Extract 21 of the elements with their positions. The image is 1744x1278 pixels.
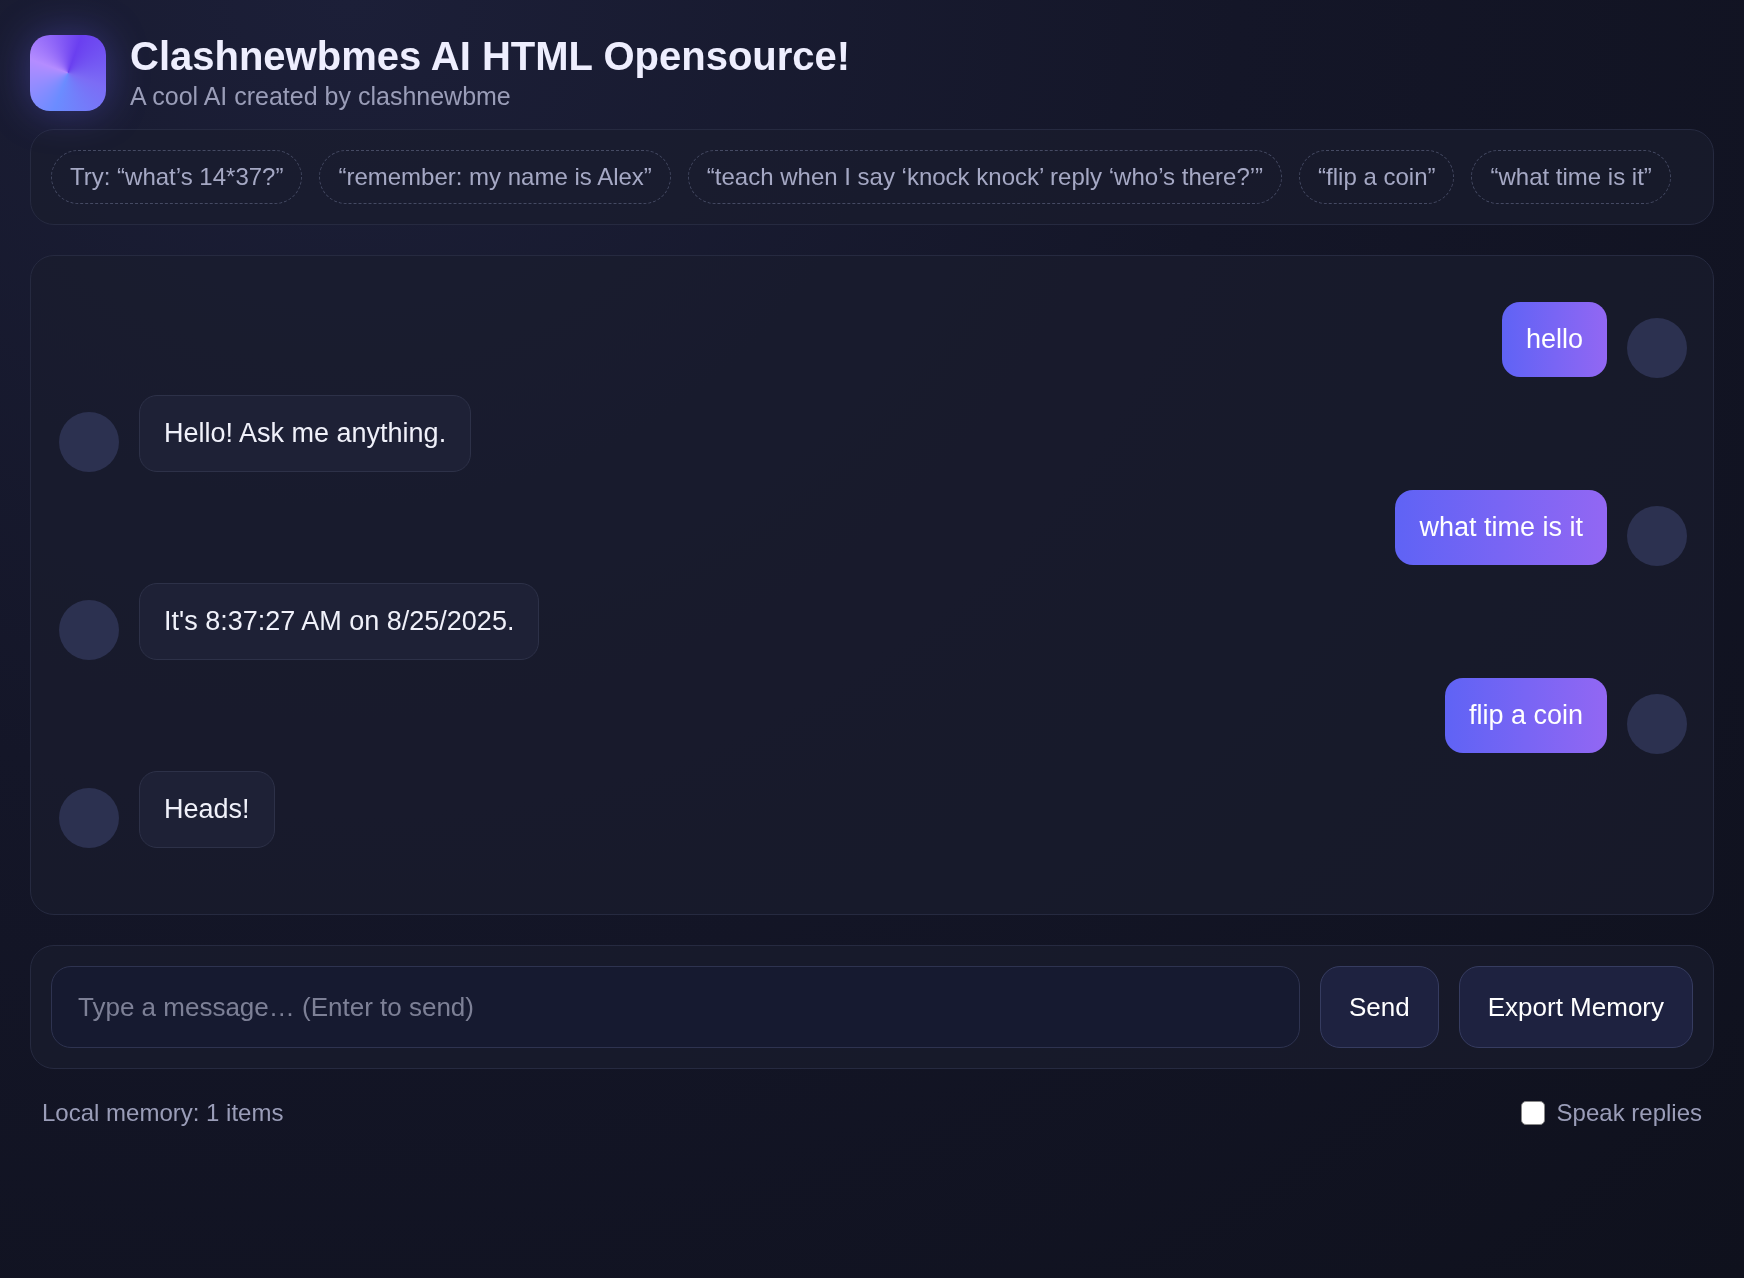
app-title: Clashnewbmes AI HTML Opensource!: [130, 34, 851, 78]
bot-avatar: [59, 788, 119, 848]
bot-avatar: [59, 600, 119, 660]
user-avatar: [1627, 506, 1687, 566]
bot-avatar: [59, 412, 119, 472]
send-button[interactable]: Send: [1320, 966, 1439, 1048]
user-message: flip a coin: [1444, 677, 1607, 753]
user-avatar: [1627, 318, 1687, 378]
memory-count: Local memory: 1 items: [42, 1099, 284, 1127]
user-avatar: [1627, 694, 1687, 754]
user-message: what time is it: [1395, 489, 1607, 565]
message-input[interactable]: Type a message… (Enter to send): [51, 966, 1300, 1048]
speak-checkbox[interactable]: [1520, 1101, 1545, 1125]
bot-message: Hello! Ask me anything.: [139, 394, 472, 472]
bot-message: Heads!: [139, 770, 275, 848]
speak-label: Speak replies: [1556, 1099, 1702, 1127]
export-memory-button[interactable]: Export Memory: [1458, 966, 1693, 1048]
logo-icon: [30, 34, 106, 111]
app-subtitle: A cool AI created by clashnewbme: [130, 82, 512, 111]
user-message: hello: [1501, 301, 1607, 377]
bot-message: It's 8:37:27 AM on 8/25/2025.: [139, 582, 540, 660]
